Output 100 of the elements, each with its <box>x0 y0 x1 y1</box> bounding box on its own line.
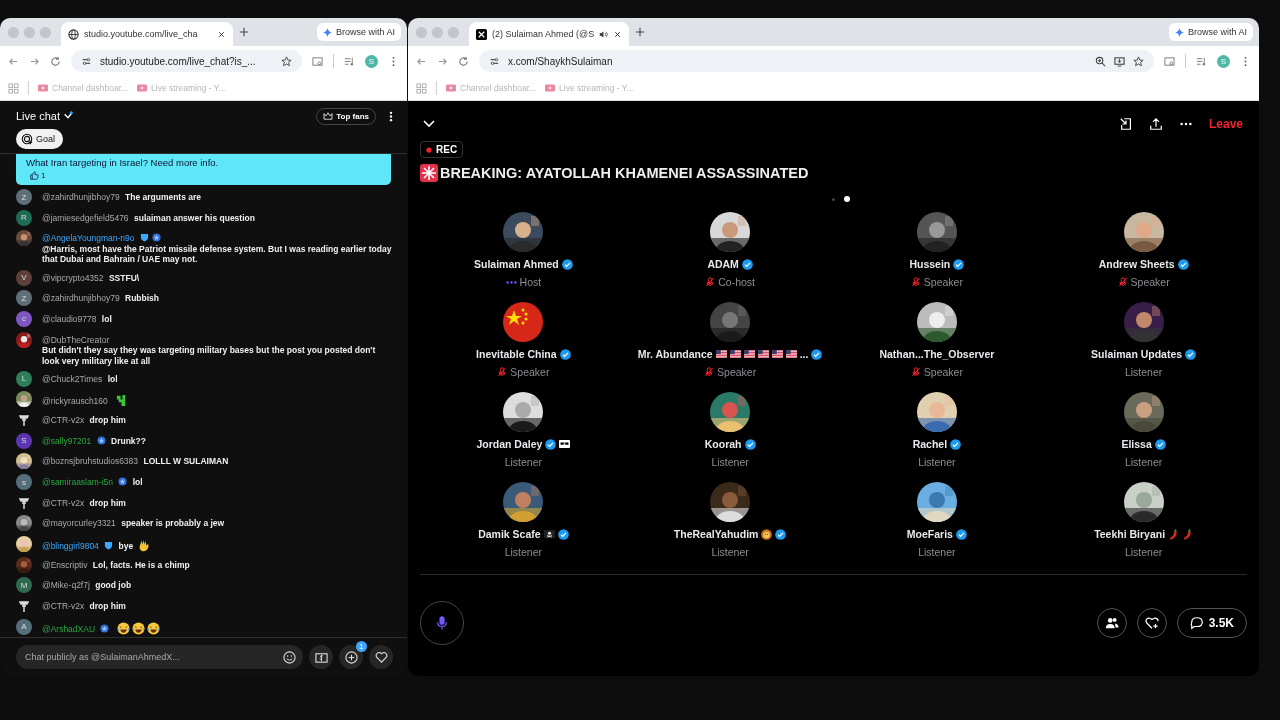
participant-role: Listener <box>1124 546 1163 558</box>
participant-role: Listener <box>504 456 543 468</box>
siren-icon <box>420 164 438 182</box>
space-title: BREAKING: AYATOLLAH KHAMENEI ASSASSINATED <box>440 165 809 181</box>
participant-name[interactable]: Koorah <box>704 438 742 450</box>
apps-icon[interactable] <box>8 82 19 94</box>
participant-name[interactable]: Mr. Abundance <box>637 348 713 360</box>
username[interactable]: @claudio9778 <box>42 313 97 324</box>
reload-icon[interactable] <box>50 55 61 67</box>
page-dot[interactable] <box>831 197 835 201</box>
participant-name[interactable]: Elissa <box>1121 438 1152 450</box>
username[interactable]: @DubTheCreator <box>42 334 110 345</box>
user-avatar: c <box>16 310 32 327</box>
participant-name[interactable]: Teekhi Biryani <box>1094 528 1166 540</box>
username[interactable]: @boznsjbruhstudios6383 <box>42 456 139 467</box>
star-badge-icon <box>96 435 106 445</box>
tab-search-icon[interactable] <box>1164 55 1175 67</box>
participant-name[interactable]: Andrew Sheets <box>1098 258 1175 270</box>
username[interactable]: @rickyrausch160 <box>42 396 108 407</box>
mic-off-icon <box>910 367 921 377</box>
new-tab-icon[interactable] <box>635 27 645 37</box>
username[interactable]: @vipcrypto4352 <box>42 272 104 283</box>
browser-tab[interactable]: (2) Sulaiman Ahmed (@S <box>469 22 629 46</box>
minimize-icon[interactable] <box>1118 117 1133 131</box>
participant-name[interactable]: MoeFaris <box>906 528 953 540</box>
chevron-down-icon[interactable] <box>63 111 74 121</box>
participant-role: Speaker <box>1130 276 1170 288</box>
participant-role: Co-host <box>718 276 755 288</box>
verified-badge-icon <box>950 438 962 450</box>
speaker-icon[interactable] <box>599 29 609 39</box>
chili-pepper-icon <box>1182 528 1194 540</box>
tab-search-icon[interactable] <box>312 55 323 67</box>
reading-list-icon[interactable] <box>1196 55 1207 67</box>
share-icon[interactable] <box>1148 117 1163 131</box>
x-logo-icon <box>476 28 487 40</box>
video-icon <box>137 84 148 92</box>
reading-list-icon[interactable] <box>344 55 355 67</box>
username[interactable]: @blinggirl9804 <box>42 541 99 552</box>
us-flag-icon <box>757 350 769 358</box>
heart-button[interactable] <box>369 645 393 669</box>
install-icon[interactable] <box>1114 55 1125 67</box>
chat-input[interactable]: Chat publicly as @SulaimanAhmedX... <box>16 645 303 669</box>
user-avatar: M <box>16 577 32 594</box>
username[interactable]: @zahirdhunjibhoy79 <box>42 192 120 202</box>
close-icon[interactable] <box>217 29 226 39</box>
username[interactable]: @Enscriptiv <box>42 559 88 570</box>
participant-name[interactable]: Hussein <box>909 258 951 270</box>
participant-role: Speaker <box>923 276 963 288</box>
address-bar[interactable]: studio.youtube.com/live_chat?is_... <box>71 50 302 72</box>
zoom-icon[interactable] <box>1095 55 1106 67</box>
apps-icon[interactable] <box>416 82 427 94</box>
goal-chip[interactable]: Goal <box>16 129 63 149</box>
participant-name[interactable]: TheRealYahudim <box>673 528 759 540</box>
mic-off-icon <box>497 367 508 377</box>
participant-name[interactable]: ADAM <box>707 258 739 270</box>
verified-badge-icon <box>811 348 823 360</box>
star-icon[interactable] <box>281 55 292 67</box>
emoji-icon[interactable] <box>283 650 296 664</box>
waving-hand-icon <box>137 539 151 553</box>
verified-badge-icon <box>955 528 967 540</box>
new-tab-icon[interactable] <box>239 27 249 37</box>
page-dot[interactable] <box>843 196 850 202</box>
heart-plus-icon <box>1144 615 1159 630</box>
participant-name[interactable]: Sulaiman Ahmed <box>473 258 559 270</box>
participant-name[interactable]: Damik Scafe <box>478 528 541 540</box>
participant-name[interactable]: Sulaiman Updates <box>1091 348 1183 360</box>
star-badge-icon <box>118 477 128 487</box>
username[interactable]: @AngelaYoungman-n9o <box>42 233 135 244</box>
participant-name[interactable]: Rachel <box>912 438 948 450</box>
shield-badge-icon <box>104 541 114 551</box>
username[interactable]: @mayorcurley3321 <box>42 518 116 529</box>
participant-role: Listener <box>1124 366 1163 378</box>
username[interactable]: @CTR-v2x <box>42 497 85 508</box>
username[interactable]: @Chuck2Times <box>42 373 103 384</box>
username[interactable]: @CTR-v2x <box>42 415 85 426</box>
chat-message: bye <box>118 541 134 552</box>
username[interactable]: @sally97201 <box>42 435 92 446</box>
browse-with-ai-button[interactable]: Browse with AI <box>316 23 401 41</box>
star-icon[interactable] <box>1133 55 1144 67</box>
username[interactable]: @ArshadXAU <box>42 623 96 634</box>
more-options-icon[interactable] <box>389 110 393 122</box>
pinned-message-text: What Iran targeting in Israel? Need more info. <box>26 157 219 168</box>
target-icon <box>21 133 33 145</box>
super-chat-button[interactable] <box>309 645 333 669</box>
browser-tab[interactable]: studio.youtube.com/live_cha <box>61 22 233 46</box>
username[interactable]: @CTR-v2x <box>42 601 85 612</box>
close-icon[interactable] <box>613 29 623 39</box>
username[interactable]: @jamiesedgefield5476 <box>42 212 129 223</box>
leave-button[interactable]: Leave <box>1208 117 1243 131</box>
reload-icon[interactable] <box>458 55 469 67</box>
participant-name[interactable]: Inevitable China <box>476 348 557 360</box>
chat-message: lol <box>107 373 118 385</box>
username[interactable]: @samiraaslam-i5n <box>42 477 113 488</box>
participant-name[interactable]: Jordan Daley <box>476 438 543 450</box>
like-button[interactable]: 1 <box>26 171 50 180</box>
browse-with-ai-button[interactable]: Browse with AI <box>1168 23 1253 41</box>
participant-name[interactable]: Nathan...The_Observer <box>879 348 995 360</box>
username[interactable]: @zahirdhunjibhoy79 <box>42 293 120 304</box>
address-bar[interactable]: x.com/ShaykhSulaiman <box>479 50 1154 72</box>
username[interactable]: @Mike-q2f7j <box>42 580 90 591</box>
